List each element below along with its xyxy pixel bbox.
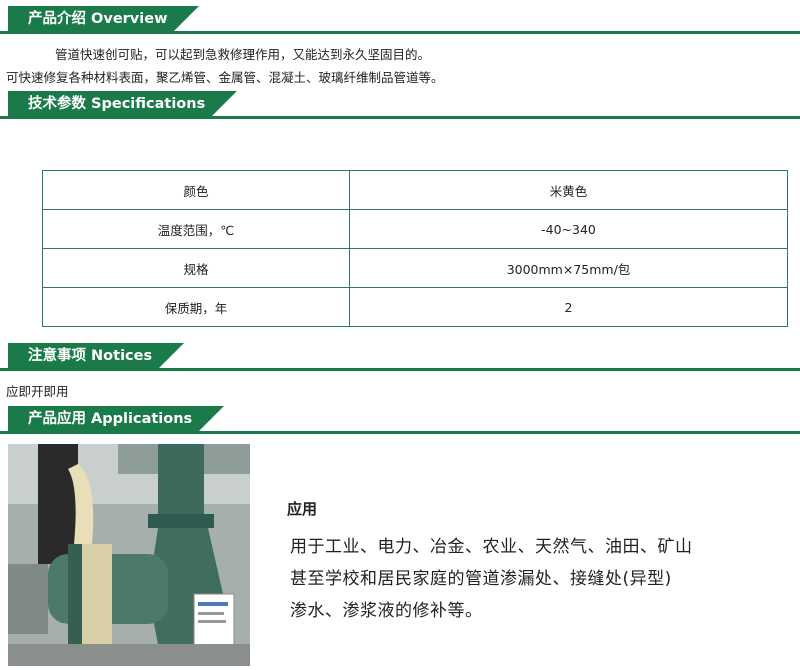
- table-row: 颜色 米黄色: [42, 170, 788, 210]
- applications-title: 产品应用 Applications: [8, 406, 225, 432]
- pipe-repair-illustration: [8, 444, 250, 666]
- spec-label: 保质期，年: [42, 287, 350, 327]
- notices-header: 注意事项 Notices: [0, 341, 800, 371]
- overview-divider: [0, 31, 800, 34]
- spec-value: 2: [349, 287, 788, 327]
- overview-header: 产品介绍 Overview: [0, 4, 800, 34]
- applications-line-3: 渗水、渗浆液的修补等。: [290, 601, 483, 621]
- overview-line-1: 管道快速创可贴，可以起到急救修理作用，又能达到永久坚固目的。: [55, 47, 431, 62]
- applications-line-2: 甚至学校和居民家庭的管道渗漏处、接缝处(异型): [290, 569, 672, 589]
- spec-table: 颜色 米黄色 温度范围，℃ -40~340 规格 3000mm×75mm/包 保…: [42, 170, 788, 327]
- spec-value: -40~340: [349, 209, 788, 249]
- specifications-title: 技术参数 Specifications: [8, 91, 238, 117]
- applications-header: 产品应用 Applications: [0, 404, 800, 434]
- specifications-header: 技术参数 Specifications: [0, 89, 800, 119]
- notices-title: 注意事项 Notices: [8, 343, 185, 369]
- spec-value: 米黄色: [349, 170, 788, 210]
- table-row: 温度范围，℃ -40~340: [42, 209, 788, 249]
- notices-text: 应即开即用: [6, 384, 69, 399]
- spec-label: 规格: [42, 248, 350, 288]
- overview-title: 产品介绍 Overview: [8, 6, 201, 32]
- applications-line-1: 用于工业、电力、冶金、农业、天然气、油田、矿山: [290, 537, 693, 557]
- application-photo: [8, 444, 250, 666]
- overview-line-2: 可快速修复各种材料表面，聚乙烯管、金属管、混凝土、玻璃纤维制品管道等。: [6, 70, 444, 85]
- applications-heading: 应用: [287, 500, 318, 518]
- spec-label: 温度范围，℃: [42, 209, 350, 249]
- table-row: 规格 3000mm×75mm/包: [42, 248, 788, 288]
- spec-label: 颜色: [42, 170, 350, 210]
- specifications-divider: [0, 116, 800, 119]
- spec-value: 3000mm×75mm/包: [349, 248, 788, 288]
- notices-divider: [0, 368, 800, 371]
- table-row: 保质期，年 2: [42, 287, 788, 327]
- applications-divider: [0, 431, 800, 434]
